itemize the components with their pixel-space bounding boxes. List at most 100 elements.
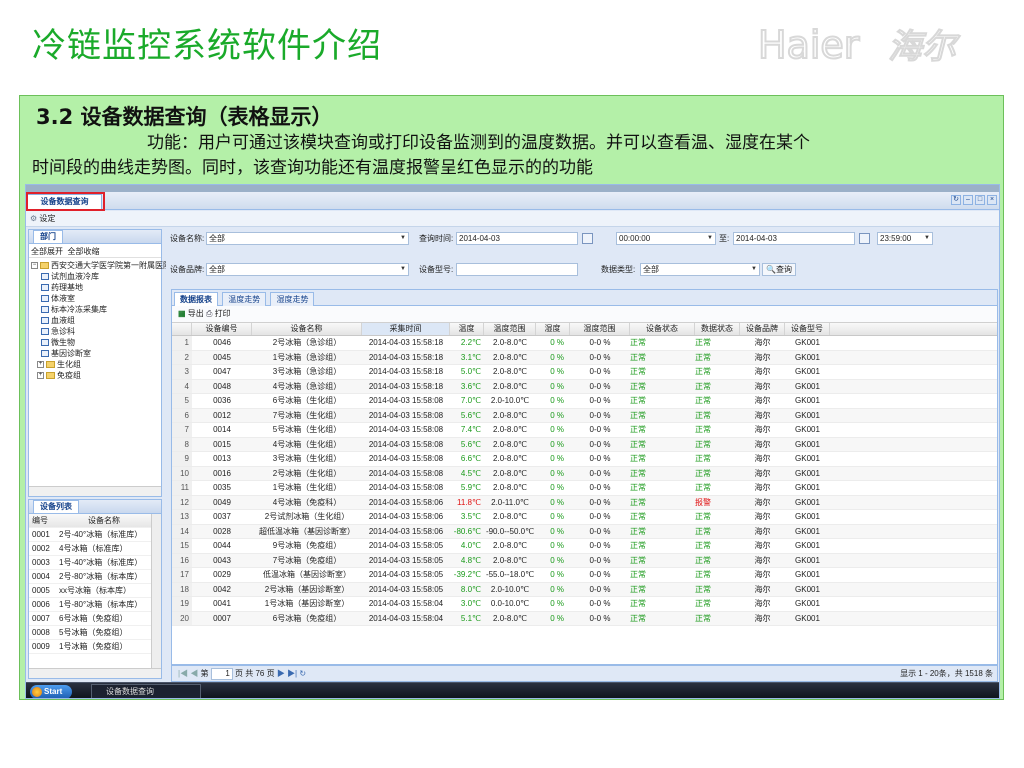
col-header-row-number[interactable] xyxy=(172,323,192,335)
device-hscrollbar[interactable] xyxy=(29,668,161,678)
table-row[interactable]: 11 0035 1号冰箱（生化组） 2014-04-03 15:58:08 5.9℃ 2.… xyxy=(172,481,997,496)
tree-item[interactable]: 急诊科 xyxy=(31,326,161,337)
start-button[interactable]: Start xyxy=(30,685,72,698)
time-to-field[interactable]: 23:59:00 ▼ xyxy=(877,232,933,245)
chevron-down-icon[interactable]: ▼ xyxy=(749,264,759,275)
tab-temp-trend[interactable]: 温度走势 xyxy=(222,292,267,306)
device-name-select[interactable]: 全部 ▼ xyxy=(206,232,409,245)
excel-icon[interactable]: ▦ xyxy=(178,309,186,318)
col-header-temp-range[interactable]: 温度范围 xyxy=(484,323,536,335)
table-row[interactable]: 13 0037 2号试剂冰箱（生化组） 2014-04-03 15:58:06 3.5℃… xyxy=(172,510,997,525)
datatype-select[interactable]: 全部 ▼ xyxy=(640,263,760,276)
next-page-icon[interactable]: ▶ xyxy=(277,669,285,678)
brand-select[interactable]: 全部 ▼ xyxy=(206,263,409,276)
tree-item[interactable]: 试剂血液冷库 xyxy=(31,271,161,282)
taskbar-item[interactable]: 设备数据查询 xyxy=(91,684,201,698)
device-row[interactable]: 0008 5号冰箱（免疫组） xyxy=(29,626,161,640)
device-row[interactable]: 0007 6号冰箱（免疫组） xyxy=(29,612,161,626)
minimize-icon[interactable]: – xyxy=(963,195,973,205)
table-row[interactable]: 15 0044 9号冰箱（免疫组） 2014-04-03 15:58:05 4.0℃ 2.… xyxy=(172,539,997,554)
device-row[interactable]: 0005 xx号冰箱（标本库） xyxy=(29,584,161,598)
table-row[interactable]: 5 0036 6号冰箱（生化组） 2014-04-03 15:58:08 7.0℃ 2.0… xyxy=(172,394,997,409)
col-header-data-status[interactable]: 数据状态 xyxy=(695,323,740,335)
tab-humidity-trend[interactable]: 湿度走势 xyxy=(270,292,315,306)
time-from-field[interactable]: 00:00:00 ▼ xyxy=(616,232,716,245)
device-row[interactable]: 0004 2号-80°冰箱（标本库） xyxy=(29,570,161,584)
col-header-device-name[interactable]: 设备名称 xyxy=(252,323,362,335)
maximize-icon[interactable]: □ xyxy=(975,195,985,205)
date-to-field[interactable]: 2014-04-03 xyxy=(733,232,855,245)
tree-item[interactable]: 体液室 xyxy=(31,293,161,304)
table-row[interactable]: 9 0013 3号冰箱（生化组） 2014-04-03 15:58:08 6.6℃ 2.0… xyxy=(172,452,997,467)
device-row[interactable]: 0001 2号-40°冰箱（标准库） xyxy=(29,528,161,542)
expand-icon[interactable]: + xyxy=(37,372,44,380)
dept-panel-title[interactable]: 部门 xyxy=(33,230,63,243)
print-button[interactable]: 打印 xyxy=(215,309,231,318)
col-header-temperature[interactable]: 温度 xyxy=(450,323,484,335)
device-row[interactable]: 0003 1号-40°冰箱（标准库） xyxy=(29,556,161,570)
refresh-icon[interactable]: ↻ xyxy=(951,195,961,205)
col-header-humidity-range[interactable]: 湿度范围 xyxy=(570,323,630,335)
device-col-id[interactable]: 编号 xyxy=(29,514,59,527)
table-row[interactable]: 16 0043 7号冰箱（免疫组） 2014-04-03 15:58:05 4.8℃ 2.… xyxy=(172,553,997,568)
expand-icon[interactable]: + xyxy=(37,361,44,369)
tab-data-report[interactable]: 数据报表 xyxy=(174,292,218,306)
table-row[interactable]: 2 0045 1号冰箱（急诊组） 2014-04-03 15:58:18 3.1℃ 2.0… xyxy=(172,350,997,365)
table-row[interactable]: 3 0047 3号冰箱（急诊组） 2014-04-03 15:58:18 5.0℃ 2.0… xyxy=(172,365,997,380)
col-header-device-id[interactable]: 设备编号 xyxy=(192,323,252,335)
dept-hscrollbar[interactable] xyxy=(29,486,161,496)
model-input[interactable] xyxy=(456,263,578,276)
col-header-collect-time[interactable]: 采集时间 xyxy=(362,323,450,335)
device-row[interactable]: 0006 1号-80°冰箱（标本库） xyxy=(29,598,161,612)
last-page-icon[interactable]: ▶| xyxy=(287,669,297,678)
table-row[interactable]: 18 0042 2号冰箱（基因诊断室） 2014-04-03 15:58:05 8.0℃… xyxy=(172,582,997,597)
device-col-name[interactable]: 设备名称 xyxy=(59,514,149,527)
tree-item[interactable]: 基因诊断室 xyxy=(31,348,161,359)
calendar-icon[interactable] xyxy=(582,233,593,244)
device-vscrollbar[interactable] xyxy=(151,514,161,668)
tree-item[interactable]: 微生物 xyxy=(31,337,161,348)
table-row[interactable]: 17 0029 低温冰箱（基因诊断室） 2014-04-03 15:58:05 -39.… xyxy=(172,568,997,583)
collapse-icon[interactable]: − xyxy=(31,262,38,270)
collapse-all-link[interactable]: 全部收缩 xyxy=(67,247,99,256)
tree-root[interactable]: − 西安交通大学医学院第一附属医院 xyxy=(31,260,171,271)
tree-folder[interactable]: + 免疫组 xyxy=(31,370,161,381)
printer-icon[interactable]: ⎙ xyxy=(206,309,212,318)
tree-item[interactable]: 药理基地 xyxy=(31,282,161,293)
table-row[interactable]: 19 0041 1号冰箱（基因诊断室） 2014-04-03 15:58:04 3.0℃… xyxy=(172,597,997,612)
calendar-icon[interactable] xyxy=(859,233,870,244)
table-row[interactable]: 7 0014 5号冰箱（生化组） 2014-04-03 15:58:08 7.4℃ 2.0… xyxy=(172,423,997,438)
table-row[interactable]: 20 0007 6号冰箱（免疫组） 2014-04-03 15:58:04 5.1℃ 2.… xyxy=(172,611,997,626)
table-row[interactable]: 1 0046 2号冰箱（急诊组） 2014-04-03 15:58:18 2.2℃ 2.0… xyxy=(172,336,997,351)
device-panel-title[interactable]: 设备列表 xyxy=(33,500,79,513)
chevron-down-icon[interactable]: ▼ xyxy=(705,233,715,244)
table-row[interactable]: 12 0049 4号冰箱（免疫科） 2014-04-03 15:58:06 11.8℃ 2… xyxy=(172,495,997,510)
close-icon[interactable]: × xyxy=(987,195,997,205)
device-row[interactable]: 0002 4号冰箱（标准库） xyxy=(29,542,161,556)
table-row[interactable]: 14 0028 超低温冰箱（基因诊断室） 2014-04-03 15:58:06 -80… xyxy=(172,524,997,539)
chevron-down-icon[interactable]: ▼ xyxy=(922,233,932,244)
col-header-device-status[interactable]: 设备状态 xyxy=(630,323,695,335)
chevron-down-icon[interactable]: ▼ xyxy=(398,264,408,275)
settings-button[interactable]: 设定 xyxy=(39,214,55,223)
table-row[interactable]: 8 0015 4号冰箱（生化组） 2014-04-03 15:58:08 5.6℃ 2.0… xyxy=(172,437,997,452)
col-header-device-model[interactable]: 设备型号 xyxy=(785,323,830,335)
table-row[interactable]: 10 0016 2号冰箱（生化组） 2014-04-03 15:58:08 4.5℃ 2.… xyxy=(172,466,997,481)
prev-page-icon[interactable]: ◀ xyxy=(190,669,198,678)
date-from-field[interactable]: 2014-04-03 xyxy=(456,232,578,245)
query-button[interactable]: 🔍查询 xyxy=(762,263,796,276)
tree-folder[interactable]: + 生化组 xyxy=(31,359,161,370)
export-button[interactable]: 导出 xyxy=(188,309,204,318)
table-row[interactable]: 4 0048 4号冰箱（急诊组） 2014-04-03 15:58:18 3.6℃ 2.0… xyxy=(172,379,997,394)
gear-icon[interactable]: ⚙ xyxy=(30,214,37,223)
first-page-icon[interactable]: |◀ xyxy=(178,669,188,678)
table-row[interactable]: 6 0012 7号冰箱（生化组） 2014-04-03 15:58:08 5.6℃ 2.0… xyxy=(172,408,997,423)
col-header-device-brand[interactable]: 设备品牌 xyxy=(740,323,785,335)
page-input[interactable]: 1 xyxy=(210,668,233,680)
col-header-humidity[interactable]: 湿度 xyxy=(536,323,570,335)
device-row[interactable]: 0009 1号冰箱（免疫组） xyxy=(29,640,161,654)
tree-item[interactable]: 标本冷冻采集库 xyxy=(31,304,161,315)
refresh-icon[interactable]: ↻ xyxy=(299,669,306,678)
chevron-down-icon[interactable]: ▼ xyxy=(398,233,408,244)
tree-item[interactable]: 血液组 xyxy=(31,315,161,326)
